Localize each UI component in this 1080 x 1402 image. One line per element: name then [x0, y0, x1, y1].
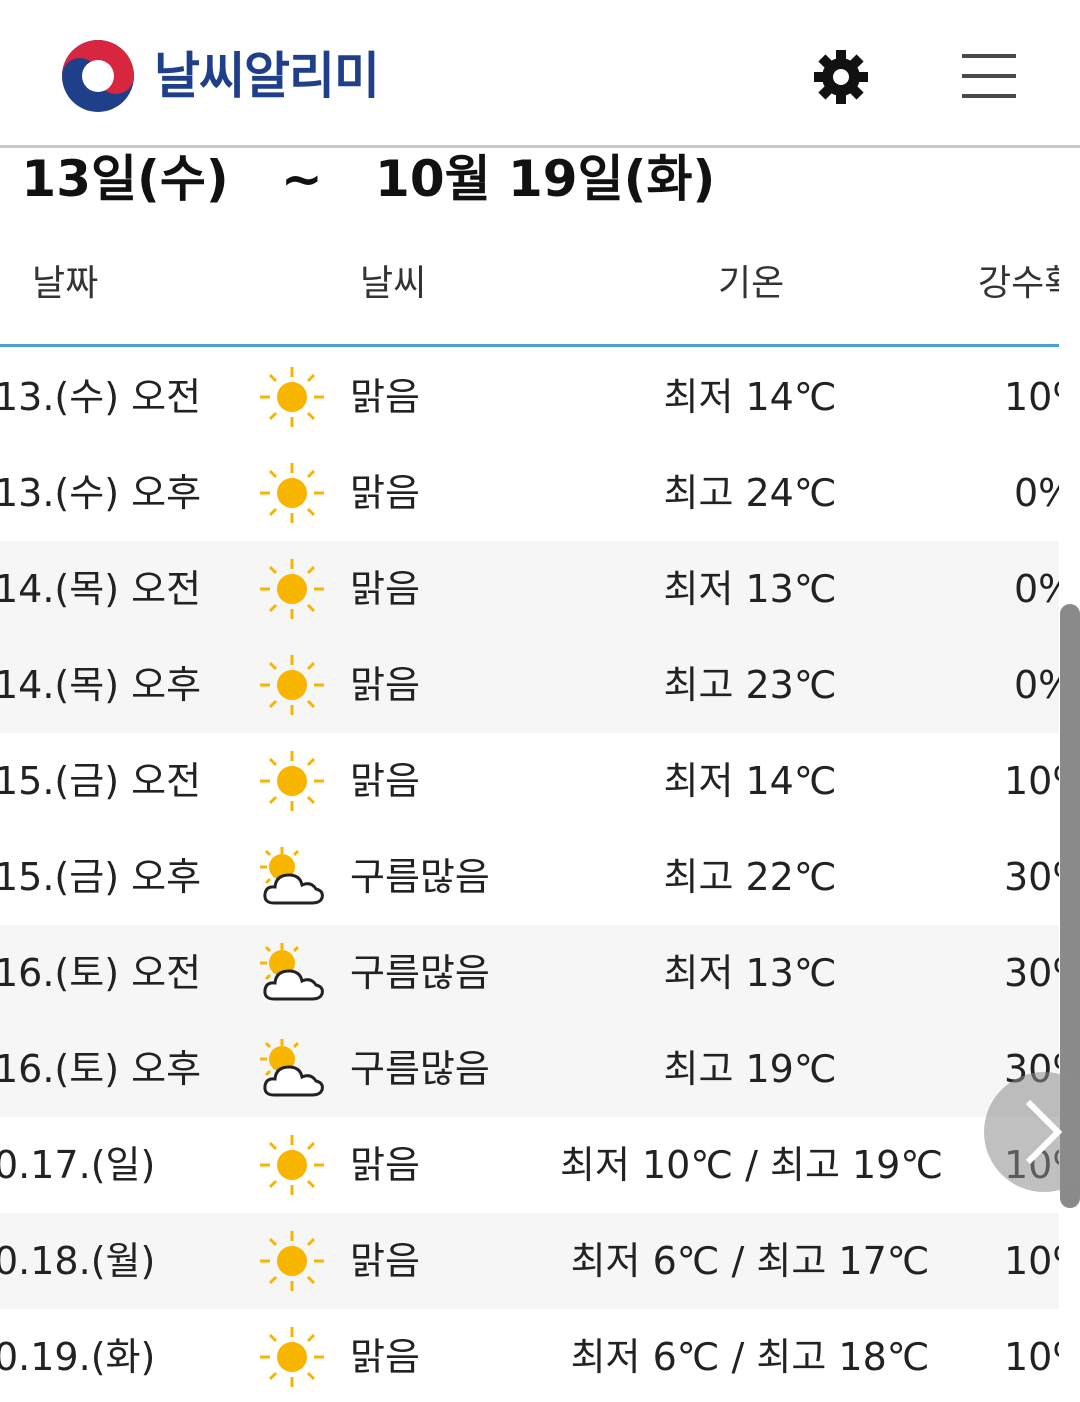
table-row: 16.(토) 오후구름많음최고 19℃30%	[0, 1021, 1059, 1117]
row-precipitation: 0%	[1014, 663, 1059, 707]
row-precipitation: 10%	[1004, 759, 1059, 803]
chevron-right-icon	[1025, 1099, 1063, 1165]
table-row: 0.19.(화) 맑음 최저 6℃ / 최고 18℃ 10%	[0, 1309, 1059, 1402]
table-row: 13.(수) 오후 맑음 최고 24℃ 0%	[0, 445, 1059, 541]
row-temperature: 최저 6℃ / 최고 17℃	[570, 1239, 930, 1283]
sunny-icon	[256, 1133, 328, 1197]
row-date: 15.(금) 오후	[0, 855, 202, 899]
sunny-icon	[256, 749, 328, 813]
table-row: 13.(수) 오전 맑음 최저 14℃ 10%	[0, 349, 1059, 445]
row-temperature: 최저 14℃	[663, 375, 837, 419]
column-header-date: 날짜	[32, 263, 99, 304]
row-temperature: 최저 10℃ / 최고 19℃	[560, 1143, 944, 1187]
mostly-cloudy-icon	[256, 941, 328, 1005]
row-date: 13.(수) 오후	[0, 471, 202, 515]
row-temperature: 최고 22℃	[663, 855, 837, 899]
mostly-cloudy-icon	[256, 845, 328, 909]
row-weather: 맑음	[350, 1335, 420, 1379]
sunny-icon	[256, 1325, 328, 1389]
row-temperature: 최저 13℃	[663, 951, 837, 995]
row-date: 16.(토) 오후	[0, 1047, 202, 1091]
row-precipitation: 10%	[1004, 1335, 1059, 1379]
row-temperature: 최고 19℃	[663, 1047, 837, 1091]
date-range-title: 월 13일(수) ~ 10월 19일(화)	[0, 150, 716, 208]
row-weather: 구름많음	[350, 855, 490, 899]
row-weather: 구름많음	[350, 1047, 490, 1091]
table-row: 0.18.(월) 맑음 최저 6℃ / 최고 17℃ 10%	[0, 1213, 1059, 1309]
row-weather: 맑음	[350, 759, 420, 803]
table-row: 14.(목) 오전 맑음 최저 13℃ 0%	[0, 541, 1059, 637]
row-precipitation: 30%	[1004, 855, 1059, 899]
table-row: 15.(금) 오후 구름많음 최고 22℃ 30%	[0, 829, 1059, 925]
app-header: 날씨알리미	[0, 0, 1080, 148]
table-row: 0.17.(일)맑음최저 10℃ / 최고 19℃10%	[0, 1117, 1059, 1213]
table-header: 날짜 날씨 기온 강수확	[0, 222, 1059, 347]
row-weather: 맑음	[350, 1143, 420, 1187]
forecast-table: 날짜 날씨 기온 강수확 13.(수) 오전맑음최저 14℃10%13.(수) …	[0, 222, 1059, 1402]
row-temperature: 최저 6℃ / 최고 18℃	[570, 1335, 930, 1379]
table-row: 16.(토) 오전 구름많음 최저 13℃ 30%	[0, 925, 1059, 1021]
row-weather: 맑음	[350, 375, 420, 419]
row-date: 14.(목) 오후	[0, 663, 202, 707]
row-date: 0.19.(화)	[0, 1335, 156, 1379]
sunny-icon	[256, 365, 328, 429]
next-page-button[interactable]	[984, 1072, 1080, 1192]
row-temperature: 최저 13℃	[663, 567, 837, 611]
row-date: 14.(목) 오전	[0, 567, 202, 611]
taegeuk-logo-icon[interactable]	[58, 38, 138, 114]
row-weather: 구름많음	[350, 951, 490, 995]
row-weather: 맑음	[350, 663, 420, 707]
mostly-cloudy-icon	[256, 1037, 328, 1101]
sunny-icon	[256, 1229, 328, 1293]
sunny-icon	[256, 653, 328, 717]
table-row: 14.(목) 오후 맑음 최고 23℃ 0%	[0, 637, 1059, 733]
sunny-icon	[256, 557, 328, 621]
column-header-precipitation: 강수확	[978, 263, 1059, 304]
row-date: 16.(토) 오전	[0, 951, 202, 995]
row-date: 0.18.(월)	[0, 1239, 156, 1283]
row-precipitation: 0%	[1014, 567, 1059, 611]
row-precipitation: 10%	[1004, 1239, 1059, 1283]
app-title: 날씨알리미	[154, 47, 380, 105]
row-weather: 맑음	[350, 471, 420, 515]
row-temperature: 최저 14℃	[663, 759, 837, 803]
row-precipitation: 10%	[1004, 375, 1059, 419]
row-date: 15.(금) 오전	[0, 759, 202, 803]
column-header-temperature: 기온	[718, 263, 785, 304]
row-date: 0.17.(일)	[0, 1143, 156, 1187]
row-date: 13.(수) 오전	[0, 375, 202, 419]
row-temperature: 최고 24℃	[663, 471, 837, 515]
column-header-weather: 날씨	[360, 263, 427, 304]
row-weather: 맑음	[350, 567, 420, 611]
row-precipitation: 30%	[1004, 951, 1059, 995]
row-weather: 맑음	[350, 1239, 420, 1283]
row-temperature: 최고 23℃	[663, 663, 837, 707]
sunny-icon	[256, 461, 328, 525]
hamburger-menu-icon[interactable]	[962, 52, 1018, 100]
table-row: 15.(금) 오전 맑음 최저 14℃ 10%	[0, 733, 1059, 829]
gear-icon[interactable]	[812, 48, 870, 106]
row-precipitation: 0%	[1014, 471, 1059, 515]
